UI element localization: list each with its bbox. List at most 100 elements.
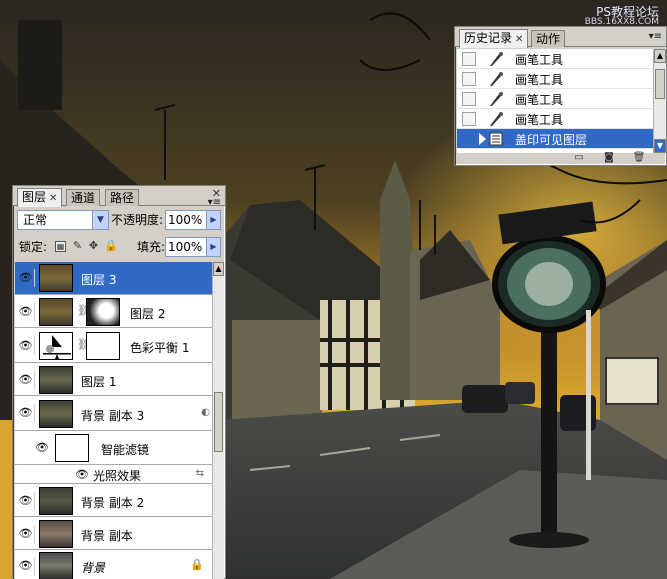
- layers-tabbar: 图层 ✕ 通道 路径 ✕ ▾≡: [13, 186, 225, 208]
- layer-mask-thumbnail[interactable]: [86, 332, 120, 360]
- history-item[interactable]: 画笔工具: [457, 109, 653, 129]
- layer-row-bg-copy-3[interactable]: 👁 背景 副本 3 ◐: [15, 397, 212, 431]
- layer-thumbnail: [39, 298, 73, 326]
- history-item-selected[interactable]: 盖印可见图层: [457, 129, 653, 149]
- history-panel: 历史记录 ✕ 动作 ▾≡ 画笔工具 画笔工具 画笔工具 画笔工具 盖印可见图层 …: [454, 26, 667, 166]
- layer-name: 背景: [81, 561, 106, 575]
- brush-icon: [490, 112, 503, 126]
- history-item-label: 画笔工具: [515, 93, 564, 107]
- layer-row-lighting-effects[interactable]: 👁 光照效果 ⇆: [15, 466, 212, 484]
- tab-channels[interactable]: 通道: [66, 189, 101, 206]
- scrollbar-thumb[interactable]: [214, 392, 223, 452]
- history-item-label: 盖印可见图层: [515, 133, 588, 147]
- smart-filter-mask-thumbnail[interactable]: [55, 434, 89, 462]
- snapshot-source-checkbox[interactable]: [462, 52, 476, 66]
- layer-thumbnail: [39, 552, 73, 579]
- visibility-eye-icon[interactable]: 👁: [17, 371, 35, 389]
- blend-mode-select[interactable]: 正常 ▼: [17, 210, 109, 230]
- tab-history[interactable]: 历史记录 ✕: [459, 29, 529, 48]
- layer-row-layer-2[interactable]: 👁 ⛓ 图层 2: [15, 296, 212, 328]
- smart-filter-badge-icon: ◐: [201, 407, 210, 418]
- scroll-up-icon[interactable]: ▲: [213, 262, 224, 276]
- close-icon[interactable]: ✕: [49, 193, 57, 204]
- lock-label: 锁定:: [19, 240, 48, 254]
- fill-field[interactable]: 100% ▶: [165, 237, 221, 257]
- snapshot-source-checkbox[interactable]: [462, 92, 476, 106]
- tab-channels-label: 通道: [71, 191, 96, 205]
- history-scrollbar[interactable]: ▲ ▼: [653, 49, 666, 153]
- link-chain-icon[interactable]: ⛓: [77, 338, 91, 352]
- layer-row-layer-3[interactable]: 👁 图层 3: [15, 262, 212, 295]
- layer-row-color-balance-1[interactable]: 👁 ⛓ 色彩平衡 1: [15, 329, 212, 363]
- lock-image-icon[interactable]: ✎: [72, 240, 83, 252]
- layer-name: 图层 2: [130, 307, 166, 321]
- tab-paths[interactable]: 路径: [105, 189, 140, 206]
- layer-row-smart-filters[interactable]: 👁 智能滤镜: [15, 432, 212, 465]
- snapshot-source-checkbox[interactable]: [462, 72, 476, 86]
- layer-row-bg-copy[interactable]: 👁 背景 副本: [15, 518, 212, 550]
- visibility-eye-icon[interactable]: 👁: [17, 337, 35, 355]
- link-chain-icon[interactable]: ⛓: [77, 304, 91, 318]
- layer-name: 图层 1: [81, 375, 117, 389]
- layer-thumbnail: [39, 520, 73, 548]
- brush-icon: [490, 52, 503, 66]
- layer-row-background[interactable]: 👁 背景 🔒: [15, 551, 212, 579]
- history-item[interactable]: 画笔工具: [457, 89, 653, 109]
- history-item[interactable]: 画笔工具: [457, 49, 653, 69]
- history-tabbar: 历史记录 ✕ 动作 ▾≡: [455, 27, 666, 48]
- chevron-down-icon[interactable]: ▼: [92, 211, 108, 229]
- lock-all-icon[interactable]: 🔒: [104, 240, 118, 252]
- layers-scrollbar[interactable]: ▲: [212, 262, 224, 579]
- layer-stack-icon: [489, 132, 503, 146]
- scrollbar-thumb[interactable]: [655, 69, 665, 99]
- visibility-eye-icon[interactable]: 👁: [17, 404, 35, 422]
- filter-options-icon[interactable]: ⇆: [196, 468, 204, 479]
- tab-layers[interactable]: 图层 ✕: [17, 188, 63, 207]
- snapshot-source-checkbox[interactable]: [462, 132, 476, 146]
- visibility-eye-icon[interactable]: 👁: [17, 492, 35, 510]
- lock-icon: 🔒: [190, 558, 204, 571]
- close-icon[interactable]: ✕: [515, 34, 523, 45]
- layer-name: 背景 副本 2: [81, 496, 145, 510]
- layer-name: 智能滤镜: [101, 443, 150, 457]
- brush-icon: [490, 72, 503, 86]
- opacity-field[interactable]: 100% ▶: [165, 210, 221, 230]
- visibility-eye-icon[interactable]: 👁: [17, 303, 35, 321]
- scroll-up-icon[interactable]: ▲: [654, 49, 666, 63]
- visibility-eye-icon[interactable]: 👁: [33, 439, 51, 457]
- lock-transparency-icon[interactable]: ▦: [55, 241, 66, 252]
- layer-name: 色彩平衡 1: [130, 341, 190, 355]
- layer-name: 背景 副本: [81, 529, 133, 543]
- blend-mode-value: 正常: [23, 213, 48, 227]
- tab-actions[interactable]: 动作: [531, 30, 566, 47]
- layer-row-layer-1[interactable]: 👁 图层 1: [15, 364, 212, 396]
- snapshot-source-checkbox[interactable]: [462, 112, 476, 126]
- layer-thumbnail: [39, 366, 73, 394]
- new-document-from-state-icon[interactable]: ▭: [572, 152, 586, 164]
- layer-mask-thumbnail[interactable]: [86, 298, 120, 326]
- history-state-arrow-icon: [479, 133, 486, 145]
- panel-menu-icon[interactable]: ▾≡: [649, 31, 662, 42]
- layers-panel: 图层 ✕ 通道 路径 ✕ ▾≡ 正常 ▼ 不透明度: 100% ▶ 锁定: ▦ ✎…: [12, 185, 226, 579]
- lock-position-icon[interactable]: ✥: [88, 240, 99, 252]
- fill-value: 100%: [168, 240, 203, 254]
- visibility-eye-icon[interactable]: 👁: [17, 557, 35, 575]
- history-item-label: 画笔工具: [515, 113, 564, 127]
- history-list: 画笔工具 画笔工具 画笔工具 画笔工具 盖印可见图层: [457, 49, 653, 153]
- fill-arrow-icon[interactable]: ▶: [206, 238, 220, 256]
- visibility-eye-icon[interactable]: 👁: [17, 269, 35, 287]
- layer-row-bg-copy-2[interactable]: 👁 背景 副本 2: [15, 485, 212, 517]
- blend-row: 正常 ▼ 不透明度: 100% ▶: [15, 209, 223, 233]
- trash-icon[interactable]: 🗑: [632, 152, 646, 164]
- tab-layers-label: 图层: [22, 190, 47, 204]
- layer-name: 图层 3: [81, 273, 117, 287]
- visibility-eye-icon[interactable]: 👁: [73, 466, 91, 484]
- history-item[interactable]: 画笔工具: [457, 69, 653, 89]
- opacity-label: 不透明度:: [111, 213, 164, 227]
- brush-icon: [490, 92, 503, 106]
- new-snapshot-icon[interactable]: ◙: [602, 152, 616, 164]
- opacity-arrow-icon[interactable]: ▶: [206, 211, 220, 229]
- panel-menu-icon[interactable]: ▾≡: [208, 197, 221, 208]
- visibility-eye-icon[interactable]: 👁: [17, 525, 35, 543]
- tab-actions-label: 动作: [536, 32, 561, 46]
